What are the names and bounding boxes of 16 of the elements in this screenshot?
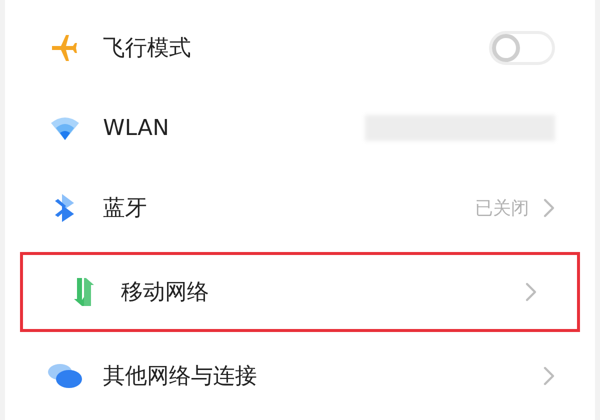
setting-label: 移动网络 bbox=[121, 278, 210, 306]
chevron-right-icon bbox=[525, 282, 537, 302]
chat-bubbles-icon bbox=[47, 362, 83, 390]
setting-label: 蓝牙 bbox=[103, 194, 148, 222]
setting-label: 飞行模式 bbox=[103, 34, 192, 62]
settings-row[interactable]: 蓝牙 已关闭 bbox=[5, 168, 595, 248]
status-value: 已关闭 bbox=[475, 196, 529, 220]
chevron-right-icon bbox=[543, 366, 555, 386]
setting-label: 其他网络与连接 bbox=[103, 362, 258, 390]
chevron-right-icon bbox=[543, 198, 555, 218]
settings-row[interactable]: 移动网络 bbox=[20, 252, 580, 332]
settings-row[interactable]: WLAN bbox=[5, 88, 595, 168]
settings-row[interactable]: 飞行模式 bbox=[5, 8, 595, 88]
settings-row[interactable]: 其他网络与连接 bbox=[5, 336, 595, 416]
setting-label: WLAN bbox=[103, 114, 170, 142]
toggle-switch[interactable] bbox=[489, 31, 555, 65]
